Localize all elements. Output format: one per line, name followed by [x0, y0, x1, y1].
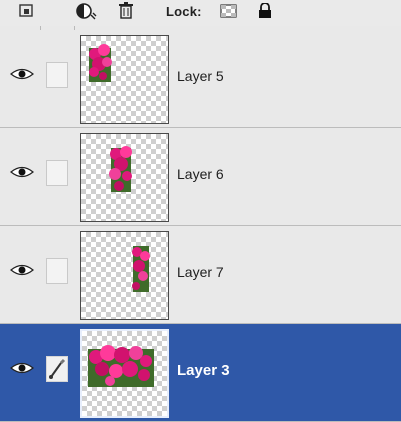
layer-row[interactable]: Layer 7 — [0, 226, 401, 324]
layer-link-box[interactable] — [46, 258, 68, 284]
layers-toolbar: Lock: — [0, 0, 401, 26]
layer-name[interactable]: Layer 6 — [177, 166, 224, 182]
trash-icon[interactable] — [118, 1, 134, 21]
paintbrush-icon[interactable] — [46, 356, 68, 382]
layers-list: Layer 5 Layer 6 Layer 7 Layer 3 — [0, 30, 401, 422]
layer-row[interactable]: Layer 6 — [0, 128, 401, 226]
eye-icon[interactable] — [10, 165, 34, 179]
layer-link-box[interactable] — [46, 62, 68, 88]
lock-all-icon[interactable] — [258, 1, 272, 21]
layers-panel: Lock: Layer 5 Layer 6 Layer 7 Layer 3 — [0, 0, 401, 422]
link-layers-icon[interactable] — [18, 1, 36, 21]
layer-link-box[interactable] — [46, 160, 68, 186]
layer-row-selected[interactable]: Layer 3 — [0, 324, 401, 422]
eye-icon[interactable] — [10, 263, 34, 277]
lock-transparent-pixels-icon[interactable] — [220, 1, 238, 21]
layer-thumbnail[interactable] — [80, 231, 169, 320]
layer-name[interactable]: Layer 3 — [177, 362, 230, 379]
eye-icon[interactable] — [10, 67, 34, 81]
layer-name[interactable]: Layer 7 — [177, 264, 224, 280]
eye-icon[interactable] — [10, 361, 34, 375]
lock-label: Lock: — [166, 3, 202, 19]
layer-thumbnail[interactable] — [80, 133, 169, 222]
adjustment-layer-icon[interactable] — [76, 1, 98, 21]
layer-thumbnail[interactable] — [80, 35, 169, 124]
layer-row[interactable]: Layer 5 — [0, 30, 401, 128]
layer-name[interactable]: Layer 5 — [177, 68, 224, 84]
layer-thumbnail[interactable] — [80, 329, 169, 418]
